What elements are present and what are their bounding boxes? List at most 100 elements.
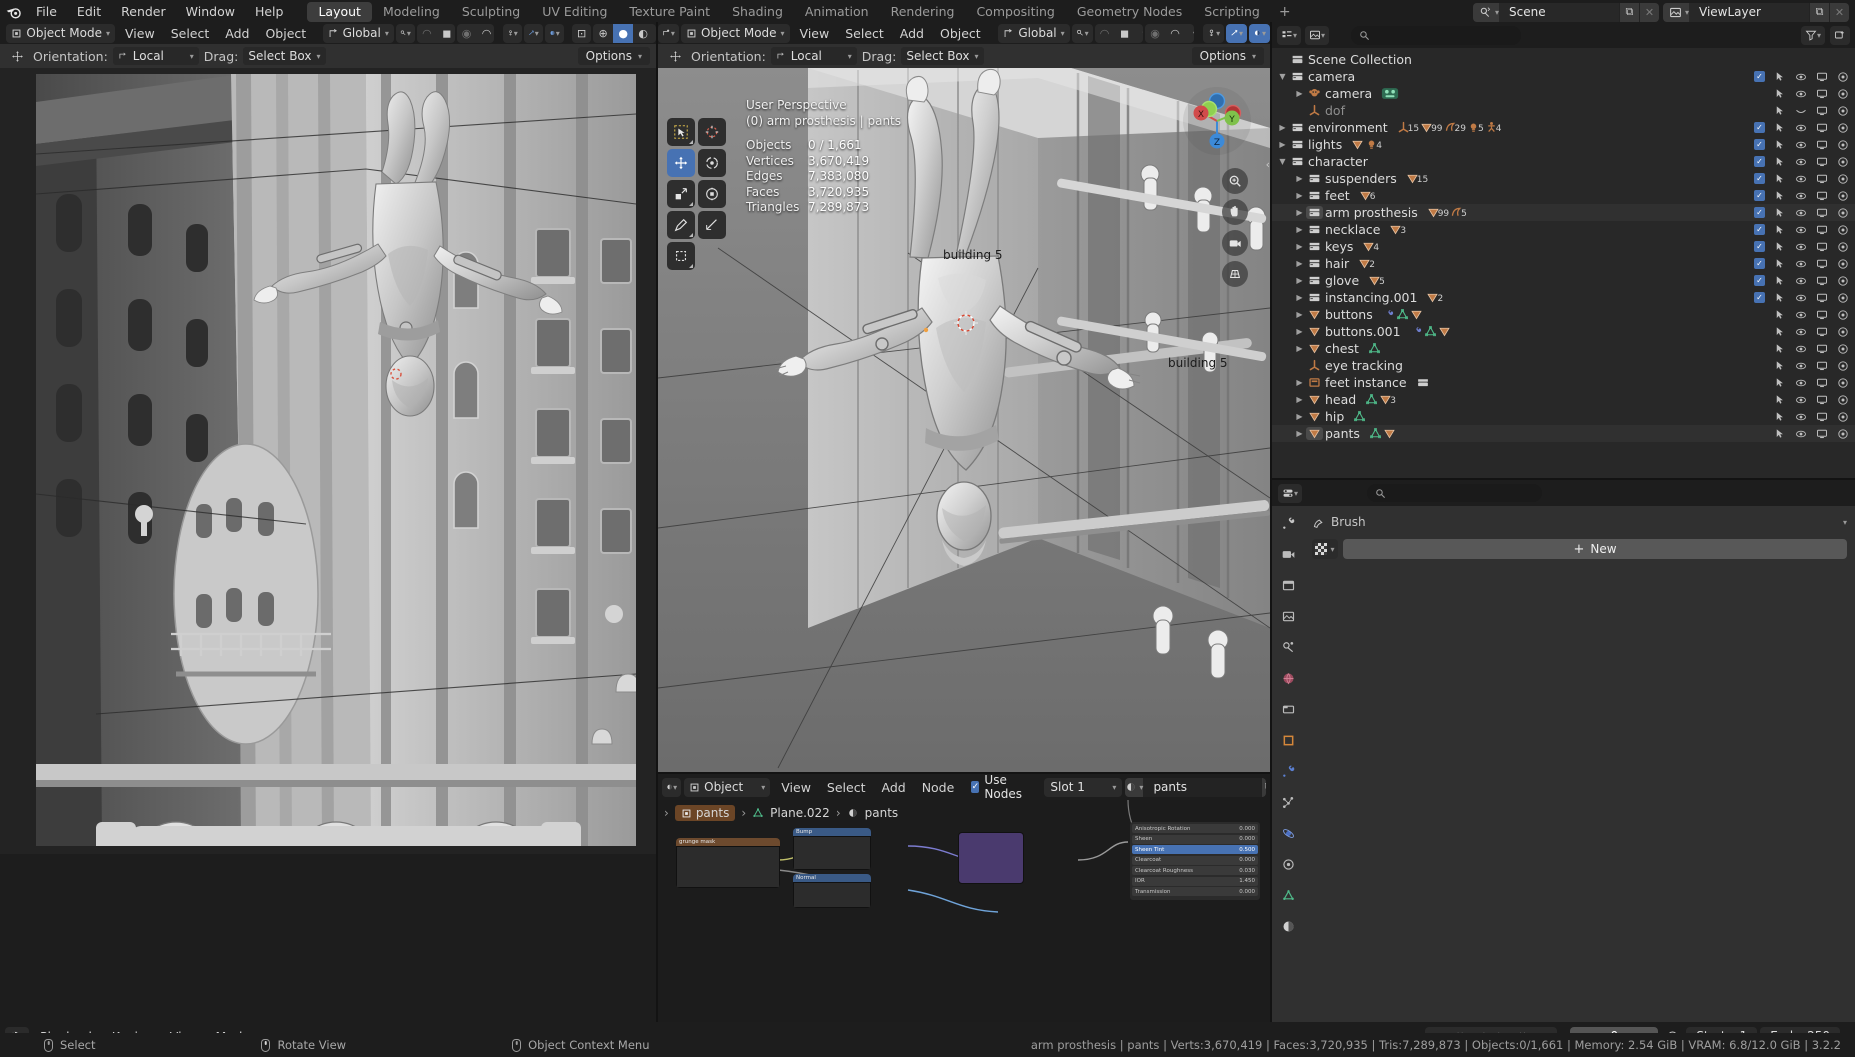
workspace-tab-uv-editing[interactable]: UV Editing	[531, 2, 618, 22]
workspace-tab-texture-paint[interactable]: Texture Paint	[618, 2, 721, 22]
left-viewport-menu-add[interactable]: Add	[217, 26, 257, 41]
workspace-tab-animation[interactable]: Animation	[794, 2, 880, 22]
disable-viewport-icon[interactable]	[1815, 393, 1828, 406]
editor-type-3dview-icon[interactable]: ▾	[658, 23, 679, 43]
tab-scene-icon[interactable]	[1277, 636, 1299, 658]
tool-tweak-select-box-icon[interactable]	[667, 118, 695, 146]
shader-editor-menu-add[interactable]: Add	[873, 780, 913, 795]
tab-physics-icon[interactable]	[1277, 822, 1299, 844]
workspace-tab-compositing[interactable]: Compositing	[965, 2, 1065, 22]
shader-type-dropdown[interactable]: Object ▾	[684, 777, 771, 797]
tab-particles-icon[interactable]	[1277, 791, 1299, 813]
expand-toggle-icon[interactable]: ▶	[1293, 429, 1306, 438]
outliner-item-dof[interactable]: dof	[1272, 102, 1855, 119]
disable-render-icon[interactable]	[1836, 87, 1849, 100]
left-drag-select[interactable]: Select Box ▾	[243, 47, 326, 65]
exclude-checkbox[interactable]: ✓	[1754, 224, 1765, 235]
expand-toggle-icon[interactable]: ▶	[1293, 259, 1306, 268]
selectable-icon[interactable]	[1773, 393, 1786, 406]
disable-render-icon[interactable]	[1836, 410, 1849, 423]
right-orientation-dropdown[interactable]: Global ▾	[998, 23, 1070, 43]
tool-cursor-icon[interactable]	[698, 118, 726, 146]
delete-scene-button[interactable]: ✕	[1638, 2, 1659, 22]
selectable-icon[interactable]	[1773, 376, 1786, 389]
viewport-gizmos-icon[interactable]: ▾	[502, 23, 522, 43]
right-viewport-menu-object[interactable]: Object	[932, 26, 989, 41]
selectable-icon[interactable]	[1773, 240, 1786, 253]
disable-viewport-icon[interactable]	[1815, 359, 1828, 372]
hide-viewport-icon[interactable]	[1794, 393, 1807, 406]
hide-viewport-icon[interactable]	[1794, 206, 1807, 219]
top-menu-window[interactable]: Window	[176, 0, 245, 24]
selectable-icon[interactable]	[1773, 104, 1786, 117]
expand-toggle-icon[interactable]: ▶	[1293, 89, 1306, 98]
outliner-item-eye-tracking[interactable]: eye tracking	[1272, 357, 1855, 374]
disable-render-icon[interactable]	[1836, 376, 1849, 389]
expand-toggle-icon[interactable]: ▶	[1293, 225, 1306, 234]
blender-logo-icon[interactable]	[0, 0, 26, 24]
disable-viewport-icon[interactable]	[1815, 104, 1828, 117]
disable-render-icon[interactable]	[1836, 240, 1849, 253]
node-property-row[interactable]: Sheen 0.000	[1132, 834, 1258, 844]
workspace-tab-geometry-nodes[interactable]: Geometry Nodes	[1066, 2, 1193, 22]
hide-viewport-icon[interactable]	[1794, 223, 1807, 236]
splitter-shader[interactable]	[658, 772, 1270, 774]
outliner-item-glove[interactable]: ▶ glove 5 ✓	[1272, 272, 1855, 289]
exclude-checkbox[interactable]: ✓	[1754, 190, 1765, 201]
exclude-checkbox[interactable]: ✓	[1754, 241, 1765, 252]
disable-viewport-icon[interactable]	[1815, 155, 1828, 168]
new-viewlayer-button[interactable]: ⧉	[1809, 2, 1829, 22]
workspace-tab-modeling[interactable]: Modeling	[372, 2, 451, 22]
node-bump[interactable]: Bump	[793, 828, 871, 870]
outliner-item-chest[interactable]: ▶ chest	[1272, 340, 1855, 357]
outliner-search-input[interactable]	[1351, 25, 1522, 45]
disable-viewport-icon[interactable]	[1815, 70, 1828, 83]
top-menu-render[interactable]: Render	[111, 0, 176, 24]
editor-type-outliner-icon[interactable]: ▾	[1277, 25, 1302, 45]
hide-viewport-icon[interactable]	[1794, 104, 1807, 117]
outliner-item-pants[interactable]: ▶ pants	[1272, 425, 1855, 442]
snap-group[interactable]: ◉ ◠ ▾	[456, 23, 495, 43]
hide-viewport-icon[interactable]	[1794, 257, 1807, 270]
hide-viewport-icon[interactable]	[1794, 155, 1807, 168]
outliner-filter-icon[interactable]: ▾	[1800, 25, 1825, 45]
selectable-icon[interactable]	[1773, 308, 1786, 321]
hide-viewport-icon[interactable]	[1794, 87, 1807, 100]
left-viewport-menu-object[interactable]: Object	[257, 26, 314, 41]
right-proportional-group[interactable]: ◠ ◼ ▾	[1094, 23, 1144, 43]
selectable-icon[interactable]	[1773, 70, 1786, 83]
disable-render-icon[interactable]	[1836, 189, 1849, 202]
disable-render-icon[interactable]	[1836, 138, 1849, 151]
hide-viewport-icon[interactable]	[1794, 359, 1807, 372]
hide-viewport-icon[interactable]	[1794, 291, 1807, 304]
right-gizmos-icon[interactable]: ▾	[1203, 23, 1225, 43]
use-nodes-checkbox[interactable]: ✓ Use Nodes	[965, 774, 1033, 801]
outliner-root-row[interactable]: Scene Collection	[1272, 51, 1855, 68]
outliner-item-buttons[interactable]: ▶ buttons	[1272, 306, 1855, 323]
selectable-icon[interactable]	[1773, 87, 1786, 100]
selectable-icon[interactable]	[1773, 223, 1786, 236]
disable-viewport-icon[interactable]	[1815, 138, 1828, 151]
selectable-icon[interactable]	[1773, 138, 1786, 151]
exclude-checkbox[interactable]: ✓	[1754, 292, 1765, 303]
hide-viewport-icon[interactable]	[1794, 138, 1807, 151]
exclude-checkbox[interactable]: ✓	[1754, 207, 1765, 218]
right-drag-select[interactable]: Select Box ▾	[901, 47, 984, 65]
hide-viewport-icon[interactable]	[1794, 376, 1807, 389]
material-selector[interactable]: ▾ pants 🛡 ⧉ ✕	[1125, 777, 1266, 797]
selectable-icon[interactable]	[1773, 291, 1786, 304]
left-viewport-canvas[interactable]	[0, 68, 656, 854]
outliner-item-feet-instance[interactable]: ▶ feet instance	[1272, 374, 1855, 391]
hide-viewport-icon[interactable]	[1794, 70, 1807, 83]
proportional-edit-group[interactable]: ◠ ◼ ▾	[416, 23, 455, 43]
viewport-overlays-icon[interactable]: ▾	[523, 23, 543, 43]
outliner-item-instancing-001[interactable]: ▶ instancing.001 2 ✓	[1272, 289, 1855, 306]
selectable-icon[interactable]	[1773, 359, 1786, 372]
hide-viewport-icon[interactable]	[1794, 342, 1807, 355]
scene-selector[interactable]: ▾ Scene ⧉ ✕	[1472, 2, 1659, 22]
right-orientation-select[interactable]: Local ▾	[770, 47, 857, 65]
hide-viewport-icon[interactable]	[1794, 240, 1807, 253]
tool-rotate-icon[interactable]	[698, 149, 726, 177]
left-viewport-menu-view[interactable]: View	[117, 26, 163, 41]
tool-scale-icon[interactable]	[667, 180, 695, 208]
